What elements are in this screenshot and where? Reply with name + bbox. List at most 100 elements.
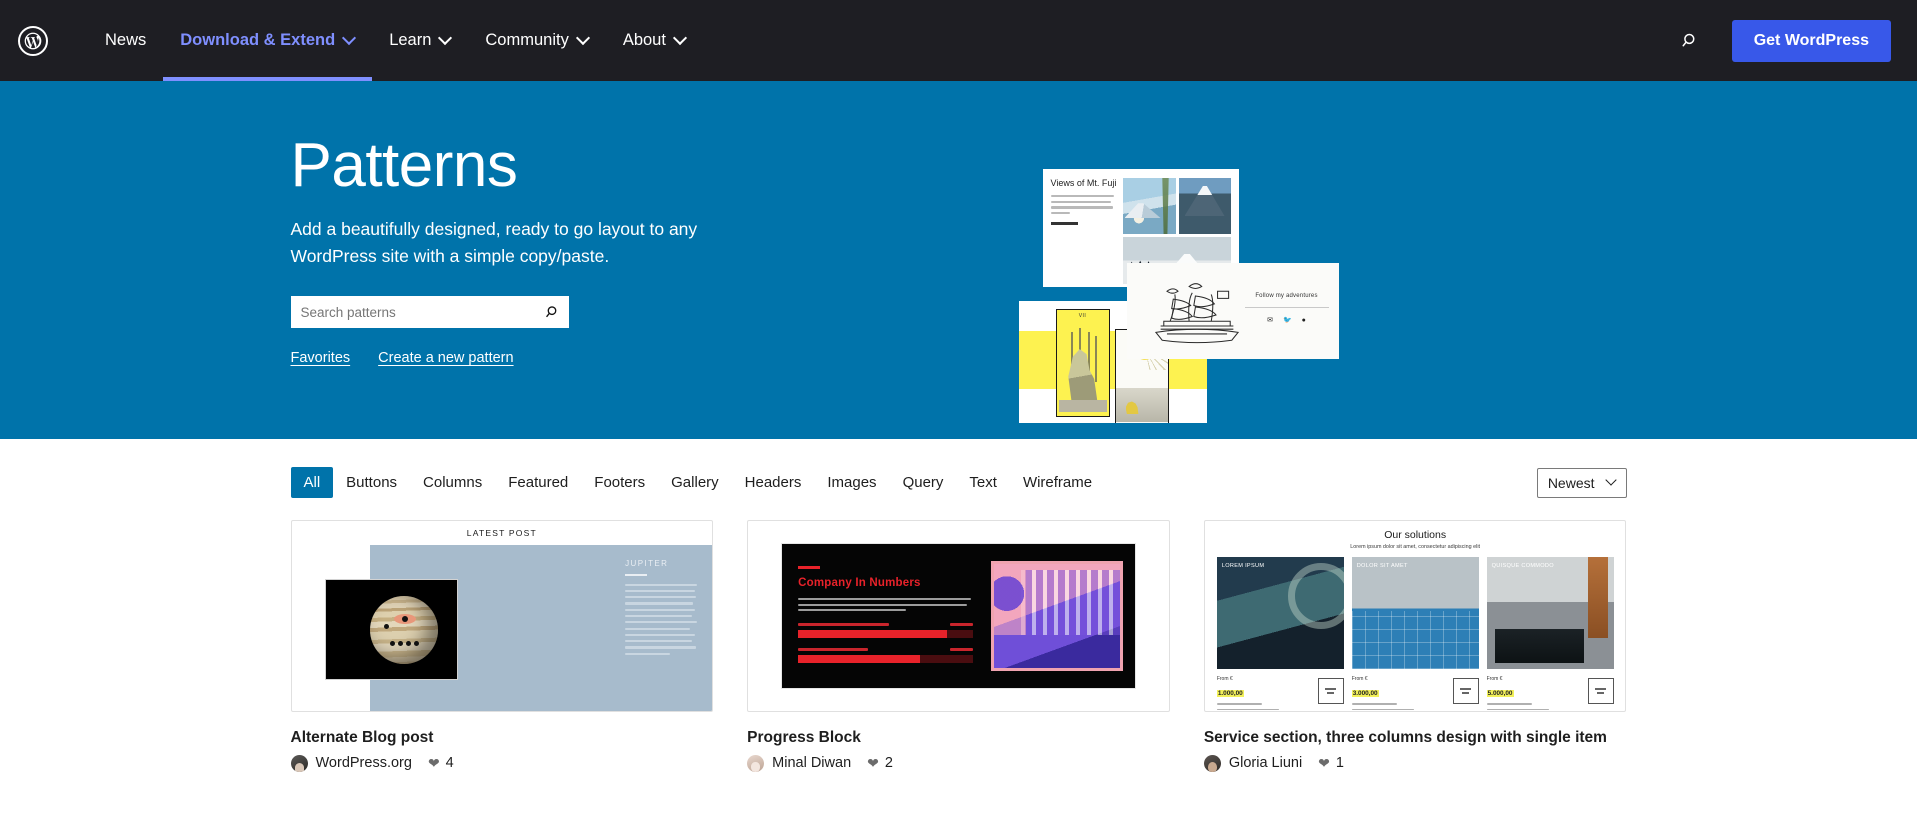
pattern-meta: Gloria Liuni ❤ 1 (1204, 755, 1627, 772)
nav-item-label: About (623, 31, 666, 50)
nav-item-download-and-extend[interactable]: Download & Extend (163, 0, 372, 81)
filter-chip-text[interactable]: Text (956, 467, 1010, 498)
heart-icon: ❤ (1318, 756, 1330, 770)
get-wordpress-button[interactable]: Get WordPress (1732, 20, 1891, 62)
preview-colonnade-photo (991, 561, 1123, 671)
nav-item-label: Community (485, 31, 568, 50)
favorites-link[interactable]: Favorites (291, 350, 351, 366)
chevron-down-icon (675, 33, 686, 44)
pattern-title[interactable]: Alternate Blog post (291, 728, 714, 749)
pattern-title[interactable]: Service section, three columns design wi… (1204, 728, 1627, 749)
pattern-like-count: 4 (446, 755, 454, 771)
collage-tarot-card-one: VII (1056, 309, 1110, 417)
collage-follow-heading: Follow my adventures (1245, 293, 1329, 299)
page-title: Patterns (291, 133, 851, 198)
collage-follow-block: Follow my adventures ✉ 🐦 ● (1245, 293, 1329, 324)
chevron-down-icon (440, 33, 451, 44)
hero-links: Favorites Create a new pattern (291, 350, 851, 366)
nav-right-group: Get WordPress (1674, 20, 1917, 62)
nav-item-about[interactable]: About (606, 0, 703, 81)
hero-section: Patterns Add a beautifully designed, rea… (0, 81, 1917, 439)
nav-item-label: News (105, 31, 146, 50)
heart-icon: ❤ (867, 756, 879, 770)
preview-column-title: DOLOR SIT AMET (1357, 562, 1408, 570)
preview-company-in-numbers-heading: Company In Numbers (798, 577, 973, 589)
collage-fuji-heading: Views of Mt. Fuji (1051, 178, 1117, 189)
preview-price-amount: 5.000,00 (1487, 690, 1514, 697)
preview-more-button (1453, 678, 1479, 704)
collage-card-follow-adventures: Follow my adventures ✉ 🐦 ● (1127, 263, 1339, 359)
avatar (291, 755, 308, 772)
pattern-author: Minal Diwan (772, 755, 851, 771)
chevron-down-icon (1607, 476, 1616, 485)
nav-item-community[interactable]: Community (468, 0, 605, 81)
wordpress-logo-icon[interactable] (18, 26, 48, 56)
filter-chip-gallery[interactable]: Gallery (658, 467, 732, 498)
mail-icon: ✉ (1267, 317, 1273, 324)
preview-progress-bar (798, 648, 973, 663)
filter-chip-columns[interactable]: Columns (410, 467, 495, 498)
sailing-ship-icon (1149, 277, 1245, 345)
pattern-preview-service-section[interactable]: Our solutions Lorem ipsum dolor sit amet… (1204, 520, 1627, 712)
filter-chip-images[interactable]: Images (814, 467, 889, 498)
preview-jupiter-heading: JUPITER (625, 559, 699, 568)
hero-pattern-collage: Views of Mt. Fuji VII (1019, 81, 1439, 439)
pattern-likes[interactable]: ❤ 1 (1318, 755, 1344, 771)
pattern-author: WordPress.org (316, 755, 412, 771)
twitter-icon: 🐦 (1283, 317, 1292, 324)
filter-chip-all[interactable]: All (291, 467, 334, 498)
pattern-like-count: 2 (885, 755, 893, 771)
search-icon[interactable] (537, 296, 569, 328)
collage-fuji-image (1123, 178, 1176, 234)
preview-more-button (1588, 678, 1614, 704)
pattern-meta: WordPress.org ❤ 4 (291, 755, 714, 772)
collage-fuji-body-placeholder (1051, 195, 1117, 214)
pattern-card: LATEST POST JUPITER (291, 520, 714, 772)
primary-nav-items: News Download & Extend Learn Community A… (88, 0, 703, 81)
pattern-likes[interactable]: ❤ 4 (428, 755, 454, 771)
heart-icon: ❤ (428, 756, 440, 770)
pattern-card: Company In Numbers (747, 520, 1170, 772)
preview-price-from: From € (1217, 676, 1312, 682)
sort-order-value: Newest (1548, 475, 1595, 491)
preview-service-column: LOREM IPSUM From € 1.000,00 (1217, 557, 1344, 710)
search-patterns-box[interactable] (291, 296, 569, 328)
filter-chip-buttons[interactable]: Buttons (333, 467, 410, 498)
preview-column-title: LOREM IPSUM (1222, 562, 1264, 570)
pattern-meta: Minal Diwan ❤ 2 (747, 755, 1170, 772)
preview-price-from: From € (1487, 676, 1582, 682)
preview-price-amount: 3.000,00 (1352, 690, 1379, 697)
top-navigation-bar: News Download & Extend Learn Community A… (0, 0, 1917, 81)
sort-order-select[interactable]: Newest (1537, 468, 1627, 498)
filter-chip-featured[interactable]: Featured (495, 467, 581, 498)
collage-tarot-numeral: VII (1057, 313, 1109, 319)
nav-item-label: Download & Extend (180, 31, 335, 50)
filter-chip-wireframe[interactable]: Wireframe (1010, 467, 1105, 498)
collage-fuji-learn-more-link (1051, 222, 1079, 225)
filter-chip-query[interactable]: Query (890, 467, 957, 498)
pattern-likes[interactable]: ❤ 2 (867, 755, 893, 771)
pattern-preview-alternate-blog-post[interactable]: LATEST POST JUPITER (291, 520, 714, 712)
search-input[interactable] (291, 296, 537, 328)
main-content: All Buttons Columns Featured Footers Gal… (239, 439, 1679, 772)
facebook-icon: ● (1302, 317, 1306, 324)
pattern-preview-progress-block[interactable]: Company In Numbers (747, 520, 1170, 712)
search-icon[interactable] (1674, 24, 1708, 58)
filter-chip-footers[interactable]: Footers (581, 467, 658, 498)
pattern-grid: LATEST POST JUPITER (239, 498, 1679, 772)
nav-item-news[interactable]: News (88, 0, 163, 81)
hero-copy-block: Patterns Add a beautifully designed, rea… (291, 133, 851, 366)
create-a-new-pattern-link[interactable]: Create a new pattern (378, 350, 513, 366)
preview-our-solutions-heading: Our solutions (1217, 529, 1614, 541)
nav-item-learn[interactable]: Learn (372, 0, 468, 81)
avatar (1204, 755, 1221, 772)
avatar (747, 755, 764, 772)
category-filter-chips: All Buttons Columns Featured Footers Gal… (291, 467, 1106, 498)
pattern-title[interactable]: Progress Block (747, 728, 1170, 749)
preview-price-amount: 1.000,00 (1217, 690, 1244, 697)
preview-column-title: QUISQUE COMMODO (1492, 562, 1554, 570)
filter-chip-headers[interactable]: Headers (732, 467, 815, 498)
preview-latest-post-label: LATEST POST (292, 521, 713, 538)
chevron-down-icon (578, 33, 589, 44)
preview-our-solutions-subheading: Lorem ipsum dolor sit amet, consectetur … (1217, 544, 1614, 550)
